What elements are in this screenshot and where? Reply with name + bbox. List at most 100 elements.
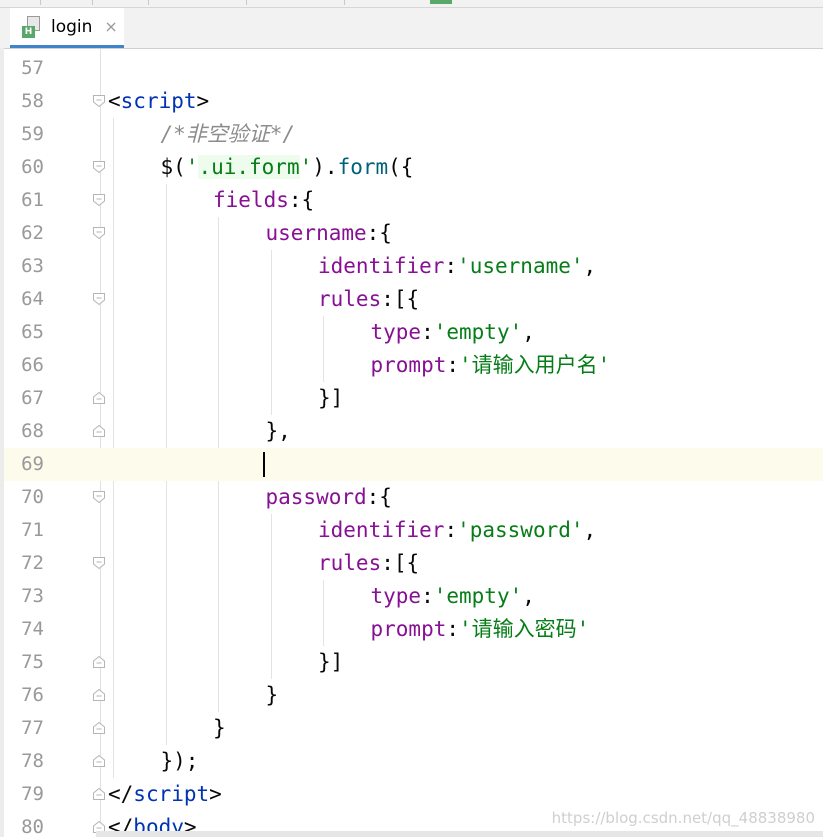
code-line[interactable]: 77} xyxy=(4,712,823,745)
line-number: 71 xyxy=(21,519,44,541)
code-token: </ xyxy=(108,782,134,806)
code-token: type xyxy=(370,320,422,344)
code-line[interactable]: 70 password:{ xyxy=(4,481,823,514)
code-token: /*非空验证*/ xyxy=(160,122,296,146)
code-line[interactable]: 66 prompt:'请输入用户名' xyxy=(4,349,823,382)
code-editor[interactable]: 57 58 <script> 59 /*非空验证*/ 60 $('.ui.form').fo… xyxy=(4,49,823,837)
code-line[interactable]: 62 username:{ xyxy=(4,217,823,250)
code-token: }); xyxy=(160,749,199,773)
line-number: 69 xyxy=(21,453,44,475)
fold-close-icon[interactable] xyxy=(92,655,106,669)
line-number: 64 xyxy=(21,288,44,310)
code-token: : xyxy=(446,353,460,377)
code-line[interactable]: 64 rules:[{ xyxy=(4,283,823,316)
line-number: 62 xyxy=(21,222,44,244)
code-line[interactable]: 61 fields:{ xyxy=(4,184,823,217)
code-token: fields xyxy=(213,188,289,212)
code-text: }] xyxy=(318,646,343,679)
code-line[interactable]: 75}] xyxy=(4,646,823,679)
code-token: identifier xyxy=(318,254,445,278)
line-number: 66 xyxy=(21,354,44,376)
fold-close-icon[interactable] xyxy=(92,391,106,405)
code-text: identifier:'password', xyxy=(318,514,596,547)
horizontal-scrollbar[interactable] xyxy=(96,831,823,837)
code-token: script xyxy=(133,782,210,806)
line-number: 60 xyxy=(21,156,44,178)
code-token: prompt xyxy=(370,353,447,377)
code-line[interactable]: 60 $('.ui.form').form({ xyxy=(4,151,823,184)
code-token: :{ xyxy=(288,188,315,212)
code-token: }, xyxy=(265,419,291,443)
fold-open-icon[interactable] xyxy=(92,556,106,570)
code-token: script xyxy=(120,89,197,113)
tab-login[interactable]: H login × xyxy=(10,8,124,48)
code-token: : xyxy=(421,584,434,608)
line-number: 79 xyxy=(21,783,44,805)
line-number: 72 xyxy=(21,552,44,574)
code-token: '请输入用户名' xyxy=(459,353,611,377)
code-line[interactable]: 58 <script> xyxy=(4,85,823,118)
code-token: ' xyxy=(299,155,313,179)
code-token: ' xyxy=(185,155,199,179)
code-line[interactable]: 72 rules:[{ xyxy=(4,547,823,580)
line-number: 59 xyxy=(21,123,44,145)
code-line[interactable]: 69 xyxy=(4,448,823,481)
code-line[interactable]: 78}); xyxy=(4,745,823,778)
fold-open-icon[interactable] xyxy=(92,193,106,207)
code-line[interactable]: 71 identifier:'password', xyxy=(4,514,823,547)
watermark: https://blog.csdn.net/qq_48838980 xyxy=(551,809,815,827)
code-line[interactable]: 63 identifier:'username', xyxy=(4,250,823,283)
tab-label: login xyxy=(51,16,93,37)
fold-open-icon[interactable] xyxy=(92,226,106,240)
fold-close-icon[interactable] xyxy=(92,754,106,768)
code-token: } xyxy=(213,716,226,740)
code-line[interactable]: 67}] xyxy=(4,382,823,415)
code-text: fields:{ xyxy=(213,184,314,217)
fold-close-icon[interactable] xyxy=(92,688,106,702)
fold-close-icon[interactable] xyxy=(92,721,106,735)
code-line[interactable]: 76} xyxy=(4,679,823,712)
fold-open-icon[interactable] xyxy=(92,292,106,306)
line-number: 73 xyxy=(21,585,44,607)
code-text: rules:[{ xyxy=(318,547,419,580)
code-token: rules xyxy=(318,287,382,311)
code-line[interactable]: 68}, xyxy=(4,415,823,448)
code-text: username:{ xyxy=(266,217,392,250)
code-token: username xyxy=(265,221,367,245)
code-token: , xyxy=(583,254,597,278)
code-line[interactable]: 79 </script> xyxy=(4,778,823,811)
code-text: }] xyxy=(318,382,343,415)
code-line[interactable]: 65 type:'empty', xyxy=(4,316,823,349)
code-line[interactable]: 59 /*非空验证*/ xyxy=(4,118,823,151)
code-token: , xyxy=(583,518,597,542)
code-line[interactable]: 57 xyxy=(4,52,823,85)
fold-open-icon[interactable] xyxy=(92,94,106,108)
code-line[interactable]: 74 prompt:'请输入密码' xyxy=(4,613,823,646)
code-text: prompt:'请输入用户名' xyxy=(371,349,611,382)
line-number: 67 xyxy=(21,387,44,409)
code-text: $('.ui.form').form({ xyxy=(161,151,414,184)
code-text: }); xyxy=(161,745,199,778)
close-icon[interactable]: × xyxy=(104,17,117,36)
code-token: ({ xyxy=(388,155,414,179)
text-caret xyxy=(263,452,265,477)
line-number: 57 xyxy=(21,57,44,79)
fold-open-icon[interactable] xyxy=(92,490,106,504)
fold-open-icon[interactable] xyxy=(92,160,106,174)
fold-close-icon[interactable] xyxy=(92,787,106,801)
line-number: 74 xyxy=(21,618,44,640)
toolbar-separator xyxy=(92,0,93,5)
code-text: password:{ xyxy=(266,481,392,514)
code-token: 'password' xyxy=(457,518,584,542)
code-token: type xyxy=(370,584,422,608)
code-token: rules xyxy=(318,551,382,575)
fold-close-icon[interactable] xyxy=(92,424,106,438)
code-token: : xyxy=(444,254,458,278)
code-text: }, xyxy=(266,415,291,448)
code-token: , xyxy=(522,320,535,344)
code-line[interactable]: 73 type:'empty', xyxy=(4,580,823,613)
line-number: 63 xyxy=(21,255,44,277)
code-token: }] xyxy=(318,386,344,410)
code-token: 'empty' xyxy=(433,584,523,608)
line-number: 78 xyxy=(21,750,44,772)
